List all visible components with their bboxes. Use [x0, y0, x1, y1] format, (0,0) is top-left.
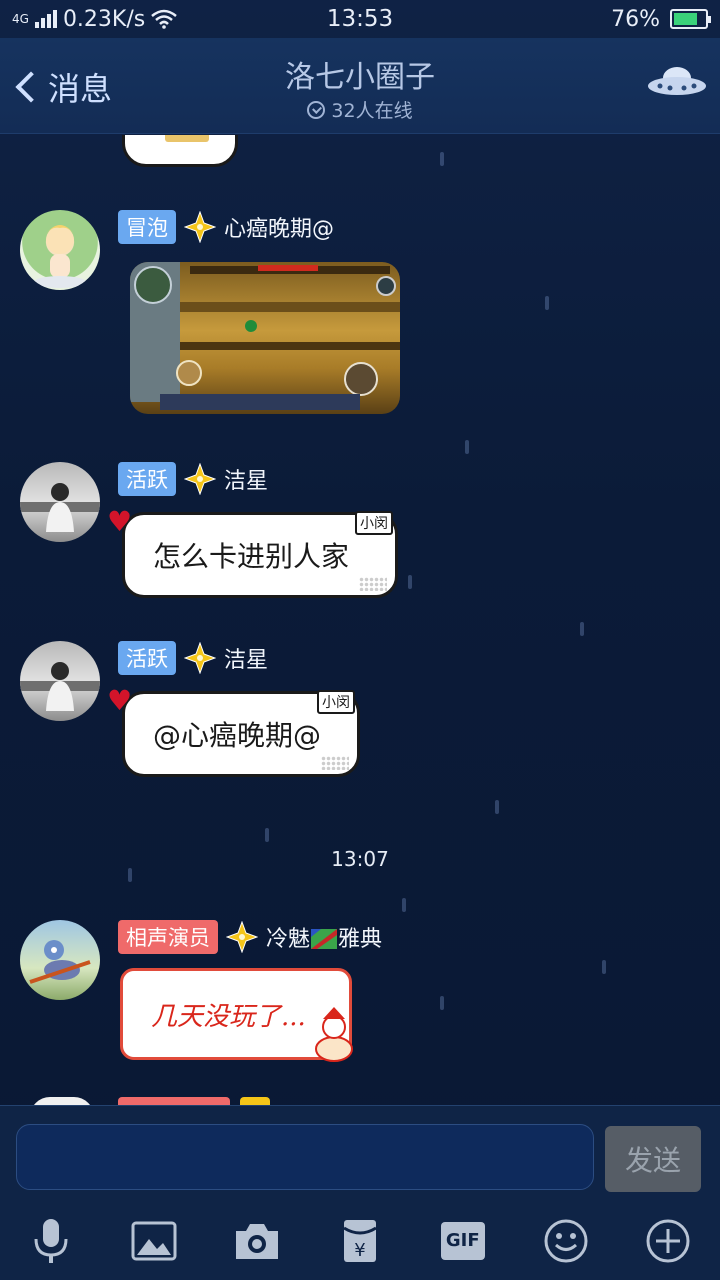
- flag-icon: [311, 929, 338, 949]
- sticker-bubble[interactable]: 几天没玩了...: [120, 968, 353, 1062]
- online-status: 32人在线: [0, 96, 720, 123]
- avatar[interactable]: [20, 462, 100, 542]
- member-badge: 相声演员: [118, 920, 218, 954]
- message-meta: 活跃 洁星: [118, 462, 268, 496]
- network-speed: 0.23K/s: [62, 6, 146, 32]
- image-icon[interactable]: [130, 1217, 178, 1265]
- signal-icon: [34, 10, 57, 28]
- screen: 4G 0.23K/s 13:53 76% 消息 洛七小圈子 32人在线 冒泡 心…: [0, 0, 720, 1280]
- sender-name[interactable]: 洁星: [224, 642, 268, 674]
- emoji-icon[interactable]: [542, 1217, 590, 1265]
- sender-name[interactable]: 洁星: [224, 463, 268, 495]
- message-list[interactable]: 冒泡 心癌晚期@ 活跃 洁星 ♥ 小闵 怎么卡进别人家 活跃 洁星 ♥ 小闵 @…: [0, 135, 720, 1105]
- message-meta: 活跃 洁星: [118, 641, 268, 675]
- online-count: 32人在线: [331, 100, 413, 122]
- avatar-image: [20, 662, 100, 711]
- input-bar: 发送: [0, 1105, 720, 1201]
- message-meta: 冒泡 心癌晚期@: [118, 210, 334, 244]
- avatar[interactable]: [20, 920, 100, 1000]
- message-text: 几天没玩了...: [151, 1001, 306, 1032]
- text-bubble[interactable]: ♥ 小闵 怎么卡进别人家: [107, 505, 398, 598]
- bubble-tag: 小闵: [355, 511, 393, 535]
- message-image[interactable]: [130, 262, 400, 414]
- avatar-image: [34, 225, 86, 288]
- status-bar: 4G 0.23K/s 13:53 76%: [0, 0, 720, 38]
- time-separator: 13:07: [331, 847, 389, 871]
- member-badge: 冒泡: [118, 210, 176, 244]
- check-circle-icon: [307, 100, 326, 119]
- heart-icon: ♥: [107, 505, 133, 538]
- battery-percent: 76%: [611, 6, 660, 32]
- star-icon: [226, 921, 258, 953]
- star-icon: [184, 642, 216, 674]
- svg-text:¥: ¥: [354, 1240, 365, 1261]
- message-input[interactable]: [16, 1124, 594, 1190]
- message-bubble-partial: [122, 135, 238, 167]
- group-title: 洛七小圈子: [285, 60, 435, 95]
- member-badge: 活跃: [118, 462, 176, 496]
- bubble-tag: 小闵: [317, 690, 355, 714]
- avatar[interactable]: [20, 641, 100, 721]
- member-badge: 活跃: [118, 641, 176, 675]
- ufo-icon[interactable]: [646, 64, 708, 100]
- gif-icon[interactable]: GIF: [439, 1217, 487, 1265]
- battery-icon: [670, 9, 711, 29]
- star-icon: [184, 211, 216, 243]
- bubble-decoration: [359, 577, 387, 591]
- plus-icon[interactable]: [644, 1217, 692, 1265]
- avatar-image: [20, 483, 100, 532]
- message-text: 怎么卡进别人家: [153, 540, 350, 573]
- message-meta: 相声演员 冷魅 雅典: [118, 920, 382, 954]
- sender-name[interactable]: 心癌晚期@: [224, 211, 334, 243]
- network-type: 4G: [12, 12, 29, 26]
- avatar-image: [29, 940, 91, 984]
- send-button[interactable]: 发送: [605, 1126, 701, 1192]
- text-bubble[interactable]: ♥ 小闵 @心癌晚期@: [107, 684, 360, 777]
- wifi-icon: [151, 9, 178, 29]
- bubble-decoration: [321, 756, 349, 770]
- input-toolbar: ¥ GIF: [0, 1201, 720, 1280]
- camera-icon[interactable]: [233, 1217, 281, 1265]
- sender-name[interactable]: 冷魅 雅典: [266, 921, 382, 953]
- mic-icon[interactable]: [27, 1217, 75, 1265]
- avatar[interactable]: [20, 210, 100, 290]
- snowman-sticker-icon: [315, 1007, 353, 1062]
- star-icon: [184, 463, 216, 495]
- message-text: @心癌晚期@: [153, 719, 322, 752]
- red-packet-icon[interactable]: ¥: [336, 1217, 384, 1265]
- chat-header: 消息 洛七小圈子 32人在线: [0, 38, 720, 134]
- heart-icon: ♥: [107, 684, 133, 717]
- clock: 13:53: [326, 6, 394, 32]
